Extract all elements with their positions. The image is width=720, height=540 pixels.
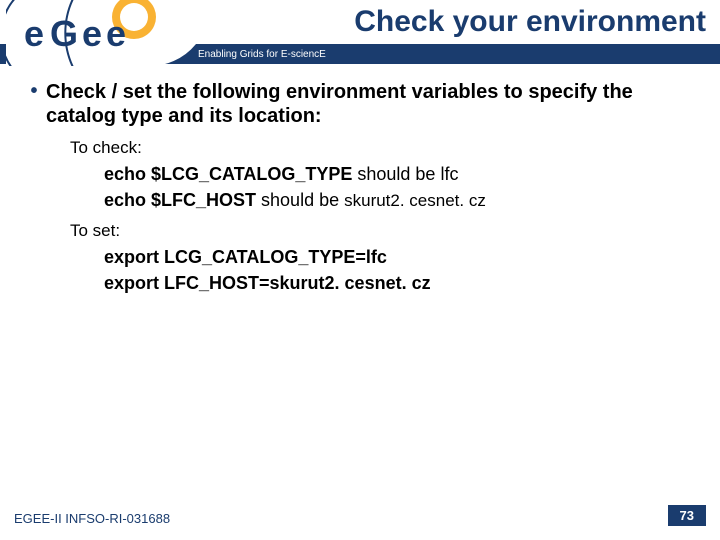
svg-text:e: e [82,13,102,54]
set-cmd-2: export LFC_HOST=skurut2. cesnet. cz [104,273,431,293]
slide-title: Check your environment [354,5,706,39]
egee-logo: e G e e [6,0,196,66]
svg-text:G: G [50,13,78,54]
slide-content: • Check / set the following environment … [0,66,720,295]
page-number: 73 [668,505,706,526]
check-line-2: echo $LFC_HOST should be skurut2. cesnet… [104,188,698,213]
check-line-1: echo $LCG_CATALOG_TYPE should be lfc [104,162,698,186]
slide-footer: EGEE-II INFSO-RI-031688 73 [14,505,706,526]
set-line-2: export LFC_HOST=skurut2. cesnet. cz [104,271,698,295]
bullet-text: Check / set the following environment va… [46,80,698,128]
footer-id: EGEE-II INFSO-RI-031688 [14,511,170,526]
to-set-label: To set: [70,221,698,241]
set-cmd-1: export LCG_CATALOG_TYPE=lfc [104,247,387,267]
check-cmd-2: echo $LFC_HOST [104,190,256,210]
check-note-2: should be [256,190,344,210]
check-val-2: skurut2. cesnet. cz [344,191,486,210]
bullet-icon: • [22,80,46,128]
check-note-1: should be lfc [352,164,458,184]
set-line-1: export LCG_CATALOG_TYPE=lfc [104,245,698,269]
to-check-label: To check: [70,138,698,158]
svg-text:e: e [24,13,44,54]
svg-text:e: e [106,13,126,54]
tagline: Enabling Grids for E-sciencE [198,49,326,60]
check-cmd-1: echo $LCG_CATALOG_TYPE [104,164,352,184]
main-bullet: • Check / set the following environment … [22,80,698,128]
slide-header: Check your environment Enabling Grids fo… [0,0,720,66]
